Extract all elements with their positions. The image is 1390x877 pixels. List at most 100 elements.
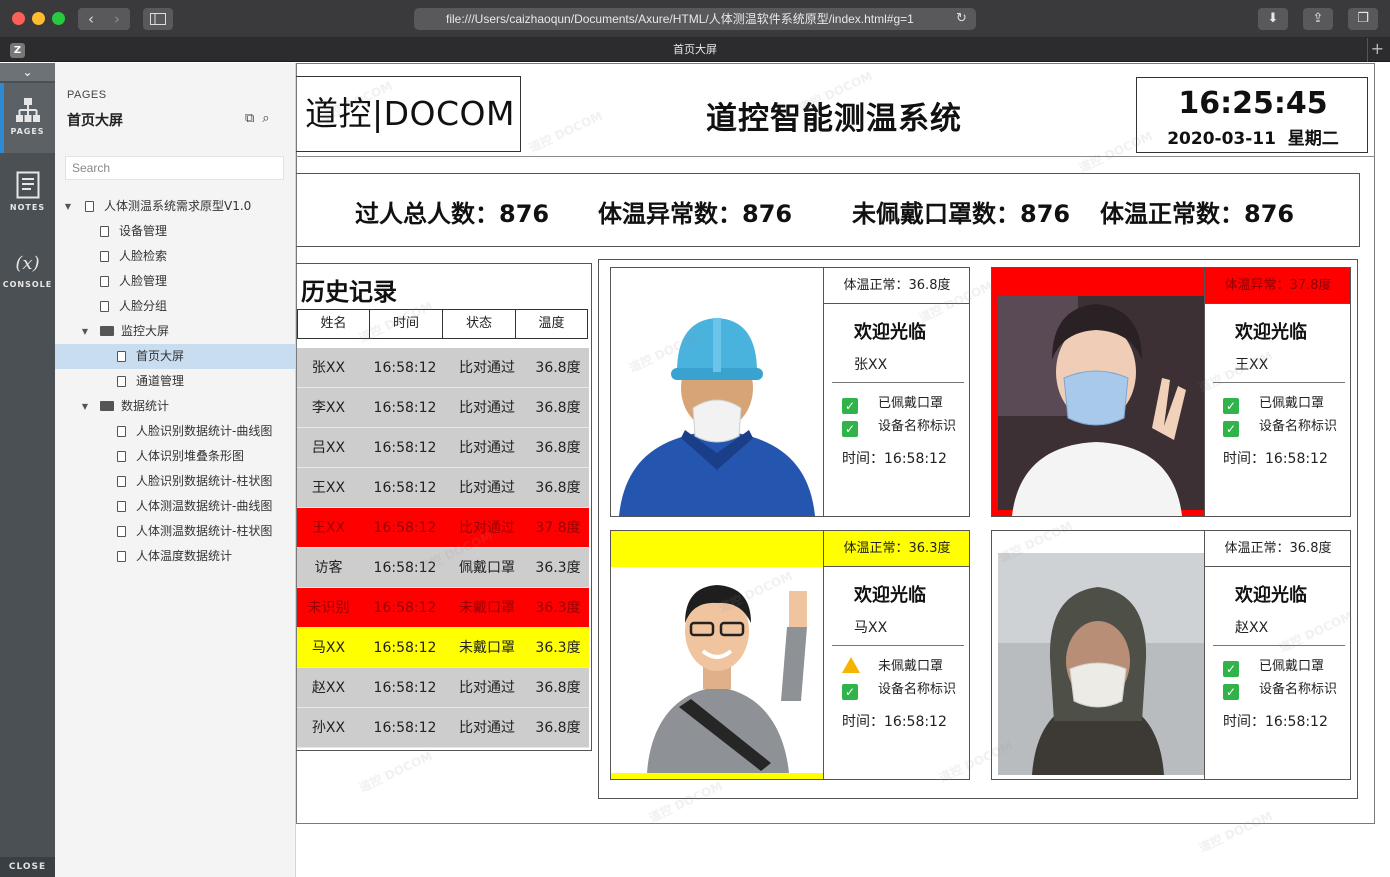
person-info: 体温异常：37.8度 欢迎光临 王XX ✓ 已佩戴口罩 ✓ 设备名称标识 时间：16… xyxy=(1204,268,1350,516)
history-cell-temp: 36.8度 xyxy=(535,680,581,696)
page-tree-label: 人体测温数据统计-柱状图 xyxy=(136,524,273,538)
history-row[interactable]: 访客 16:58:12 佩戴口罩 36.3度 xyxy=(297,548,589,588)
history-row[interactable]: 王XX 16:58:12 比对通过 36.8度 xyxy=(297,468,589,508)
pages-heading: PAGES xyxy=(67,89,107,101)
info-divider xyxy=(832,645,964,646)
rail-console-label: CONSOLE xyxy=(2,280,53,289)
back-button[interactable]: ‹ xyxy=(78,8,104,30)
expand-arrow-icon[interactable]: ▼ xyxy=(80,319,90,344)
header-divider xyxy=(296,156,1375,157)
stat-total: 过人总人数：876 xyxy=(355,200,550,228)
page-tree-item[interactable]: 首页大屏 xyxy=(55,344,295,369)
page-tree: ▼ 人体测温系统需求原型V1.0 设备管理 人脸检索 人脸管理人脸分组 ▼ 监控大屏首页大屏… xyxy=(55,194,295,569)
page-icon xyxy=(117,526,126,537)
downloads-button[interactable]: ⬇ xyxy=(1258,8,1288,30)
open-external-icon[interactable]: ⧉ xyxy=(245,111,254,126)
expand-arrow-icon[interactable]: ▼ xyxy=(63,194,73,219)
sidebar-toggle-button[interactable] xyxy=(143,8,173,30)
page-search-input[interactable]: Search xyxy=(65,156,284,180)
page-tree-item[interactable]: ▼ 数据统计 xyxy=(55,394,295,419)
warning-icon xyxy=(842,657,860,673)
page-tree-item[interactable]: ▼ 监控大屏 xyxy=(55,319,295,344)
page-tree-item[interactable]: 人体识别堆叠条形图 xyxy=(55,444,295,469)
history-cell-temp: 36.3度 xyxy=(535,560,581,576)
rail-pages-label: PAGES xyxy=(10,127,45,136)
history-cell-time: 16:58:12 xyxy=(373,560,437,576)
history-row[interactable]: 孙XX 16:58:12 比对通过 36.8度 xyxy=(297,708,589,748)
page-icon xyxy=(100,251,109,262)
history-cell-status: 比对通过 xyxy=(459,520,515,536)
person-name: 马XX xyxy=(854,620,888,636)
clock-panel: 16:25:45 2020-03-11 星期二 xyxy=(1136,77,1368,153)
history-cell-temp: 37.8度 xyxy=(535,520,581,536)
check-icon: ✓ xyxy=(842,684,858,700)
history-cell-time: 16:58:12 xyxy=(373,720,437,736)
page-tree-item[interactable]: 人脸检索 xyxy=(55,244,295,269)
history-row[interactable]: 未识别 16:58:12 未戴口罩 36.3度 xyxy=(297,588,589,628)
history-row[interactable]: 赵XX 16:58:12 比对通过 36.8度 xyxy=(297,668,589,708)
history-row[interactable]: 李XX 16:58:12 比对通过 36.8度 xyxy=(297,388,589,428)
page-tree-label: 通道管理 xyxy=(136,374,185,388)
page-tree-item[interactable]: 人脸管理 xyxy=(55,269,295,294)
person-card[interactable]: 体温正常：36.3度 欢迎光临 马XX 未佩戴口罩 ✓ 设备名称标识 时间：16:… xyxy=(610,530,970,780)
page-tree-item[interactable]: 人体温度数据统计 xyxy=(55,544,295,569)
history-row[interactable]: 王XX 16:58:12 比对通过 37.8度 xyxy=(297,508,589,548)
person-photo xyxy=(992,531,1204,779)
tabs-overview-button[interactable]: ❐ xyxy=(1348,8,1378,30)
page-tree-label: 人体温度数据统计 xyxy=(136,549,233,563)
history-cell-temp: 36.8度 xyxy=(535,400,581,416)
page-tree-item[interactable]: 人体测温数据统计-曲线图 xyxy=(55,494,295,519)
history-cell-temp: 36.8度 xyxy=(535,360,581,376)
person-card[interactable]: 体温正常：36.8度 欢迎光临 赵XX ✓ 已佩戴口罩 ✓ 设备名称标识 时间：16… xyxy=(991,530,1351,780)
tab-title[interactable]: 首页大屏 xyxy=(0,38,1390,62)
sitemap-icon xyxy=(15,98,40,122)
pages-panel: PAGES 首页大屏 ⧉ ⌕ Search ▼ 人体测温系统需求原型V1.0 设备管理… xyxy=(55,63,296,877)
mask-status: ✓ 已佩戴口罩 xyxy=(842,392,943,414)
page-tree-item[interactable]: 人脸识别数据统计-柱状图 xyxy=(55,469,295,494)
page-tree-item[interactable]: 人脸识别数据统计-曲线图 xyxy=(55,419,295,444)
page-icon xyxy=(117,451,126,462)
close-sidebar-button[interactable]: CLOSE xyxy=(0,857,55,877)
check-icon: ✓ xyxy=(842,421,858,437)
tab-favicon-icon: Z xyxy=(10,43,25,58)
address-bar[interactable]: file:///Users/caizhaoqun/Documents/Axure… xyxy=(414,8,976,30)
new-tab-button[interactable]: + xyxy=(1371,38,1384,60)
clock-date: 2020-03-11 星期二 xyxy=(1167,129,1339,149)
page-tree-item[interactable]: 设备管理 xyxy=(55,219,295,244)
check-icon: ✓ xyxy=(1223,398,1239,414)
history-cell-name: 赵XX xyxy=(311,680,346,696)
share-button[interactable]: ⇪ xyxy=(1303,8,1333,30)
history-row[interactable]: 吕XX 16:58:12 比对通过 36.8度 xyxy=(297,428,589,468)
person-card[interactable]: 体温异常：37.8度 欢迎光临 王XX ✓ 已佩戴口罩 ✓ 设备名称标识 时间：16… xyxy=(991,267,1351,517)
zoom-window-button[interactable] xyxy=(52,12,65,25)
reload-icon[interactable]: ↻ xyxy=(956,8,967,30)
pages-toolbar: ⧉ ⌕ xyxy=(245,111,278,126)
collapse-panel-button[interactable]: ⌄ xyxy=(0,63,55,81)
history-row[interactable]: 马XX 16:58:12 未戴口罩 36.3度 xyxy=(297,628,589,668)
person-info: 体温正常：36.3度 欢迎光临 马XX 未佩戴口罩 ✓ 设备名称标识 时间：16:… xyxy=(823,531,969,779)
page-tree-label: 人脸分组 xyxy=(119,299,168,313)
check-icon: ✓ xyxy=(1223,421,1239,437)
page-tree-item[interactable]: 人脸分组 xyxy=(55,294,295,319)
expand-arrow-icon[interactable]: ▼ xyxy=(80,394,90,419)
rail-console-tab[interactable]: (x) CONSOLE xyxy=(0,253,55,303)
history-cell-status: 未戴口罩 xyxy=(459,640,515,656)
person-card[interactable]: 体温正常：36.8度 欢迎光临 张XX ✓ 已佩戴口罩 ✓ 设备名称标识 时间：16… xyxy=(610,267,970,517)
history-row[interactable]: 张XX 16:58:12 比对通过 36.8度 xyxy=(297,348,589,388)
page-tree-label: 首页大屏 xyxy=(136,349,185,363)
close-window-button[interactable] xyxy=(12,12,25,25)
rail-notes-tab[interactable]: NOTES xyxy=(0,171,55,221)
rail-pages-tab[interactable]: PAGES xyxy=(0,83,55,153)
history-cell-status: 比对通过 xyxy=(459,400,515,416)
person-name: 王XX xyxy=(1235,357,1269,373)
minimize-window-button[interactable] xyxy=(32,12,45,25)
history-table-body: 张XX 16:58:12 比对通过 36.8度 李XX 16:58:12 比对通过 36.8度… xyxy=(297,348,589,748)
page-tree-item[interactable]: 人体测温数据统计-柱状图 xyxy=(55,519,295,544)
page-tree-item[interactable]: ▼ 人体测温系统需求原型V1.0 xyxy=(55,194,295,219)
page-icon xyxy=(117,551,126,562)
info-divider xyxy=(1213,645,1345,646)
page-tree-item[interactable]: 通道管理 xyxy=(55,369,295,394)
forward-button[interactable]: › xyxy=(104,8,130,30)
page-icon xyxy=(117,426,126,437)
find-page-icon[interactable]: ⌕ xyxy=(262,111,269,126)
